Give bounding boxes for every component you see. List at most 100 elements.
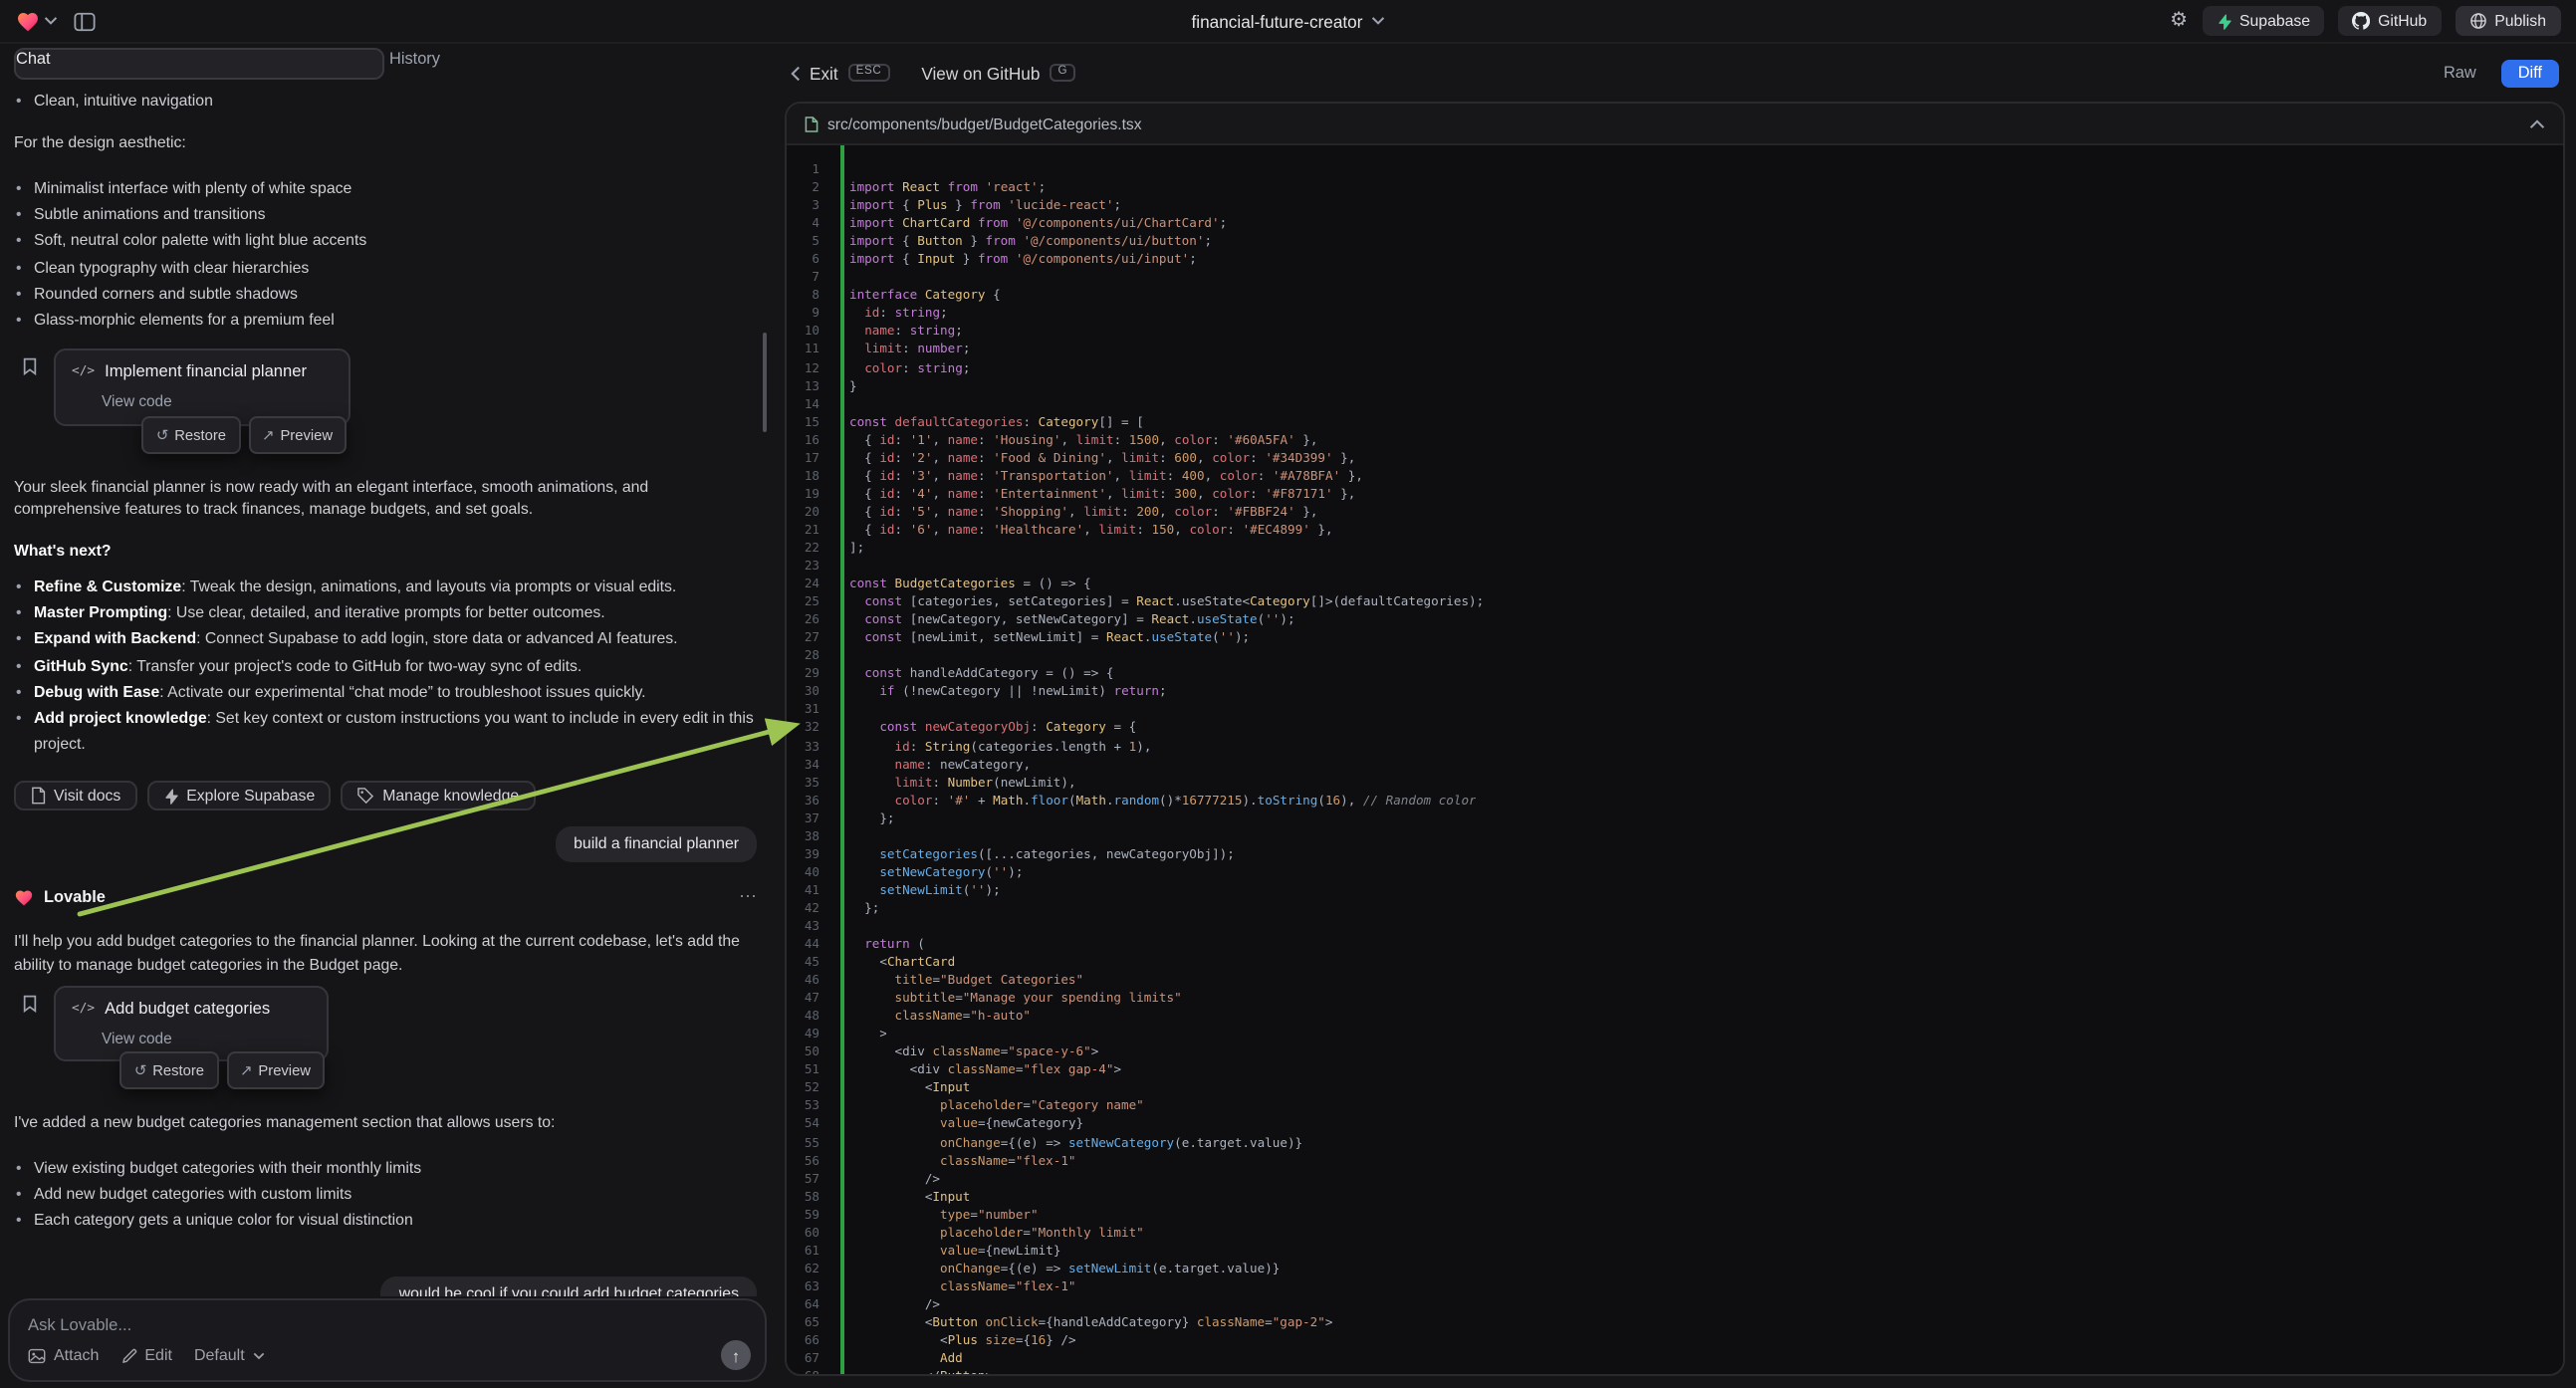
code-line: 58 <Input — [786, 1188, 2562, 1206]
panel-toggle-icon — [74, 11, 96, 31]
settings-button[interactable]: ⚙ — [2170, 11, 2188, 31]
publish-button[interactable]: Publish — [2455, 6, 2560, 36]
tag-icon — [356, 788, 374, 806]
code-toolbar: Exit ESC View on GitHub G Raw Diff — [772, 44, 2576, 102]
explore-supabase-button[interactable]: Explore Supabase — [146, 782, 331, 811]
view-code-link[interactable]: View code — [102, 1026, 311, 1051]
chevron-up-icon[interactable] — [2528, 118, 2544, 128]
tool-card-add-budget-categories[interactable]: </> Add budget categories View code ↺ Re… — [54, 986, 329, 1062]
restore-button[interactable]: ↺ Restore — [120, 1051, 218, 1089]
chat-bullet-item: Add new budget categories with custom li… — [14, 1181, 757, 1207]
mode-select[interactable]: Default — [194, 1346, 265, 1364]
code-line: 37 }; — [786, 810, 2562, 827]
chevron-right-icon — [317, 364, 333, 380]
github-key-badge: G — [1050, 63, 1075, 83]
code-line: 62 onChange={(e) => setNewLimit(e.target… — [786, 1261, 2562, 1278]
exit-button[interactable]: Exit ESC — [790, 63, 889, 83]
next-item-text: : Use clear, detailed, and iterative pro… — [167, 603, 604, 621]
code-line: 19 { id: '4', name: 'Entertainment', lim… — [786, 486, 2562, 504]
code-line: 20 { id: '5', name: 'Shopping', limit: 2… — [786, 504, 2562, 522]
tab-chat[interactable]: Chat — [14, 48, 383, 80]
code-line: 7 — [786, 270, 2562, 288]
project-menu[interactable]: financial-future-creator — [1192, 11, 1385, 31]
tab-history[interactable]: History — [387, 48, 757, 80]
code-line: 48 className="h-auto" — [786, 1008, 2562, 1026]
restore-icon: ↺ — [134, 1057, 146, 1083]
tool-message: </> Implement financial planner View cod… — [14, 348, 757, 425]
code-line: 15const defaultCategories: Category[] = … — [786, 413, 2562, 431]
code-line: 3import { Plus } from 'lucide-react'; — [786, 197, 2562, 215]
tab-chat-label: Chat — [16, 50, 51, 68]
chat-input[interactable] — [28, 1314, 747, 1340]
code-line: 1 — [786, 161, 2562, 179]
next-item-label: Master Prompting — [34, 603, 167, 621]
code-line: 30 if (!newCategory || !newLimit) return… — [786, 684, 2562, 702]
code-line: 22]; — [786, 540, 2562, 558]
code-line: 57 /> — [786, 1170, 2562, 1188]
preview-button[interactable]: ↗ Preview — [248, 415, 347, 453]
supabase-button[interactable]: Supabase — [2202, 6, 2324, 36]
next-item-text: : Connect Supabase to add login, store d… — [196, 630, 677, 648]
diff-toggle-button[interactable]: Diff — [2502, 59, 2558, 87]
code-line: 14 — [786, 395, 2562, 413]
view-code-link[interactable]: View code — [102, 389, 333, 415]
code-editor[interactable]: 12import React from 'react';3import { Pl… — [786, 145, 2562, 1374]
chat-bullet-item: GitHub Sync: Transfer your project's cod… — [14, 652, 757, 678]
code-line: 2import React from 'react'; — [786, 179, 2562, 197]
github-button[interactable]: GitHub — [2338, 6, 2441, 36]
code-line: 39 setCategories([...categories, newCate… — [786, 846, 2562, 864]
code-line: 50 <div className="space-y-6"> — [786, 1044, 2562, 1062]
chat-bullet-item: Refine & Customize: Tweak the design, an… — [14, 574, 757, 599]
chevron-down-icon — [1370, 16, 1384, 26]
whats-next-heading: What's next? — [14, 540, 757, 564]
bookmark-icon[interactable] — [22, 356, 38, 376]
code-line: 68 </Button> — [786, 1368, 2562, 1376]
visit-docs-button[interactable]: Visit docs — [14, 782, 136, 811]
preview-label: Preview — [280, 421, 333, 447]
suggestion-buttons: Visit docs Explore Supabase Manage knowl… — [14, 782, 757, 811]
file-header[interactable]: src/components/budget/BudgetCategories.t… — [786, 104, 2562, 145]
restore-label: Restore — [174, 421, 226, 447]
tool-card-implement-financial-planner[interactable]: </> Implement financial planner View cod… — [54, 348, 351, 425]
chat-bullet-item: Clean, intuitive navigation — [14, 88, 757, 114]
code-line: 13} — [786, 377, 2562, 395]
view-on-github-button[interactable]: View on GitHub G — [921, 63, 1075, 83]
file-icon — [804, 115, 818, 132]
tool-message: </> Add budget categories View code ↺ Re… — [14, 986, 757, 1062]
message-options-button[interactable]: ⋯ — [739, 884, 757, 910]
manage-knowledge-button[interactable]: Manage knowledge — [341, 782, 535, 811]
code-line: 24const BudgetCategories = () => { — [786, 576, 2562, 593]
chat-scrollbar[interactable] — [762, 333, 767, 432]
chat-panel: Chat History Clean, intuitive navigation… — [0, 44, 771, 1388]
restore-button[interactable]: ↺ Restore — [142, 415, 240, 453]
view-on-github-label: View on GitHub — [921, 63, 1040, 83]
code-line: 18 { id: '3', name: 'Transportation', li… — [786, 468, 2562, 486]
code-lines: 12import React from 'react';3import { Pl… — [786, 161, 2562, 1376]
code-line: 64 /> — [786, 1296, 2562, 1314]
preview-button[interactable]: ↗ Preview — [226, 1051, 325, 1089]
app: financial-future-creator ⚙ Supabase GitH… — [0, 0, 2576, 1388]
chat-message-list[interactable]: Clean, intuitive navigation For the desi… — [0, 86, 771, 1296]
send-button[interactable]: ↑ — [721, 1340, 751, 1370]
edit-button[interactable]: Edit — [120, 1346, 172, 1364]
supabase-icon — [162, 789, 178, 805]
code-line: 53 placeholder="Category name" — [786, 1098, 2562, 1116]
code-panel: Exit ESC View on GitHub G Raw Diff src/c… — [772, 44, 2576, 1388]
chat-bullet-item: View existing budget categories with the… — [14, 1155, 757, 1181]
publish-label: Publish — [2494, 12, 2546, 30]
exit-label: Exit — [810, 63, 838, 83]
chat-paragraph: For the design aesthetic: — [14, 131, 757, 155]
chevron-left-icon — [790, 65, 800, 81]
external-link-icon: ↗ — [240, 1057, 252, 1083]
toggle-sidebar-button[interactable] — [74, 11, 96, 31]
top-bar: financial-future-creator ⚙ Supabase GitH… — [0, 0, 2576, 44]
bookmark-icon[interactable] — [22, 994, 38, 1014]
lovable-logo-button[interactable] — [16, 10, 58, 32]
code-line: 47 subtitle="Manage your spending limits… — [786, 990, 2562, 1008]
attach-button[interactable]: Attach — [28, 1346, 99, 1364]
chat-bullet-item: Debug with Ease: Activate our experiment… — [14, 679, 757, 705]
code-line: 31 — [786, 702, 2562, 720]
chevron-down-icon — [44, 16, 58, 26]
code-line: 8interface Category { — [786, 288, 2562, 306]
raw-toggle-button[interactable]: Raw — [2432, 60, 2488, 86]
